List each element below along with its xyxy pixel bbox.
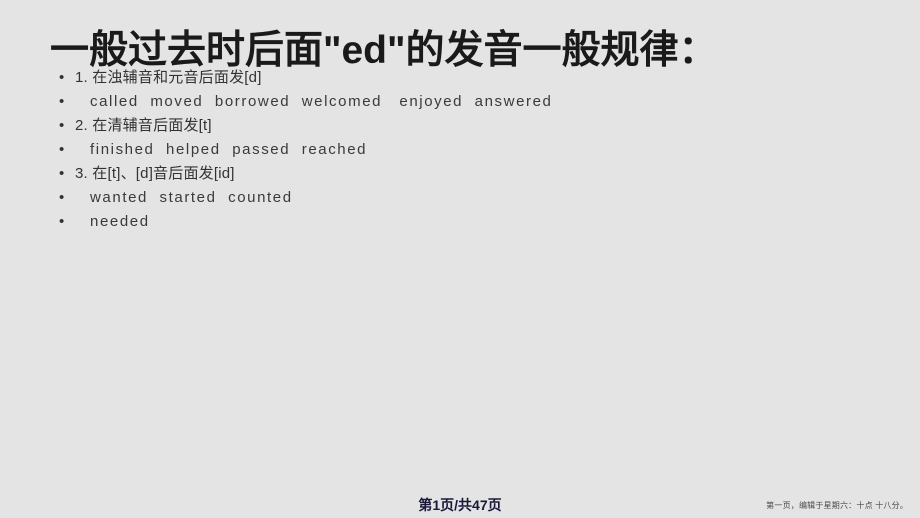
list-item: • 2. 在清辅音后面发[t] xyxy=(0,114,920,138)
bullet-dot-icon: • xyxy=(59,165,65,182)
bullet-dot-icon: • xyxy=(59,213,65,230)
list-item: • finished helped passed reached xyxy=(0,138,920,162)
list-item: • 3. 在[t]、[d]音后面发[id] xyxy=(0,162,920,186)
presentation-slide: 一般过去时后面"ed"的发音一般规律： • 1. 在浊辅音和元音后面发[d] • ca… xyxy=(0,0,920,518)
bullet-list: • 1. 在浊辅音和元音后面发[d] • called moved borrowed … xyxy=(0,66,920,234)
list-item-label: called moved borrowed welcomed enjoyed a… xyxy=(90,93,553,110)
bullet-dot-icon: • xyxy=(59,93,65,110)
list-item: • wanted started counted xyxy=(0,186,920,210)
list-item-label: 3. 在[t]、[d]音后面发[id] xyxy=(75,165,235,182)
list-item-label: wanted started counted xyxy=(90,189,293,206)
list-item-label: finished helped passed reached xyxy=(90,141,368,158)
list-item: • needed xyxy=(0,210,920,234)
bullet-dot-icon: • xyxy=(59,141,65,158)
list-item-label: 1. 在浊辅音和元音后面发[d] xyxy=(75,69,262,86)
bullet-dot-icon: • xyxy=(59,189,65,206)
list-item-label: needed xyxy=(90,213,150,230)
list-item-label: 2. 在清辅音后面发[t] xyxy=(75,117,212,134)
bullet-dot-icon: • xyxy=(59,117,65,134)
edit-timestamp-note: 第一页，编辑于星期六：十点 十八分。 xyxy=(766,501,908,510)
bullet-dot-icon: • xyxy=(59,69,65,86)
list-item: • 1. 在浊辅音和元音后面发[d] xyxy=(0,66,920,90)
list-item: • called moved borrowed welcomed enjoyed … xyxy=(0,90,920,114)
